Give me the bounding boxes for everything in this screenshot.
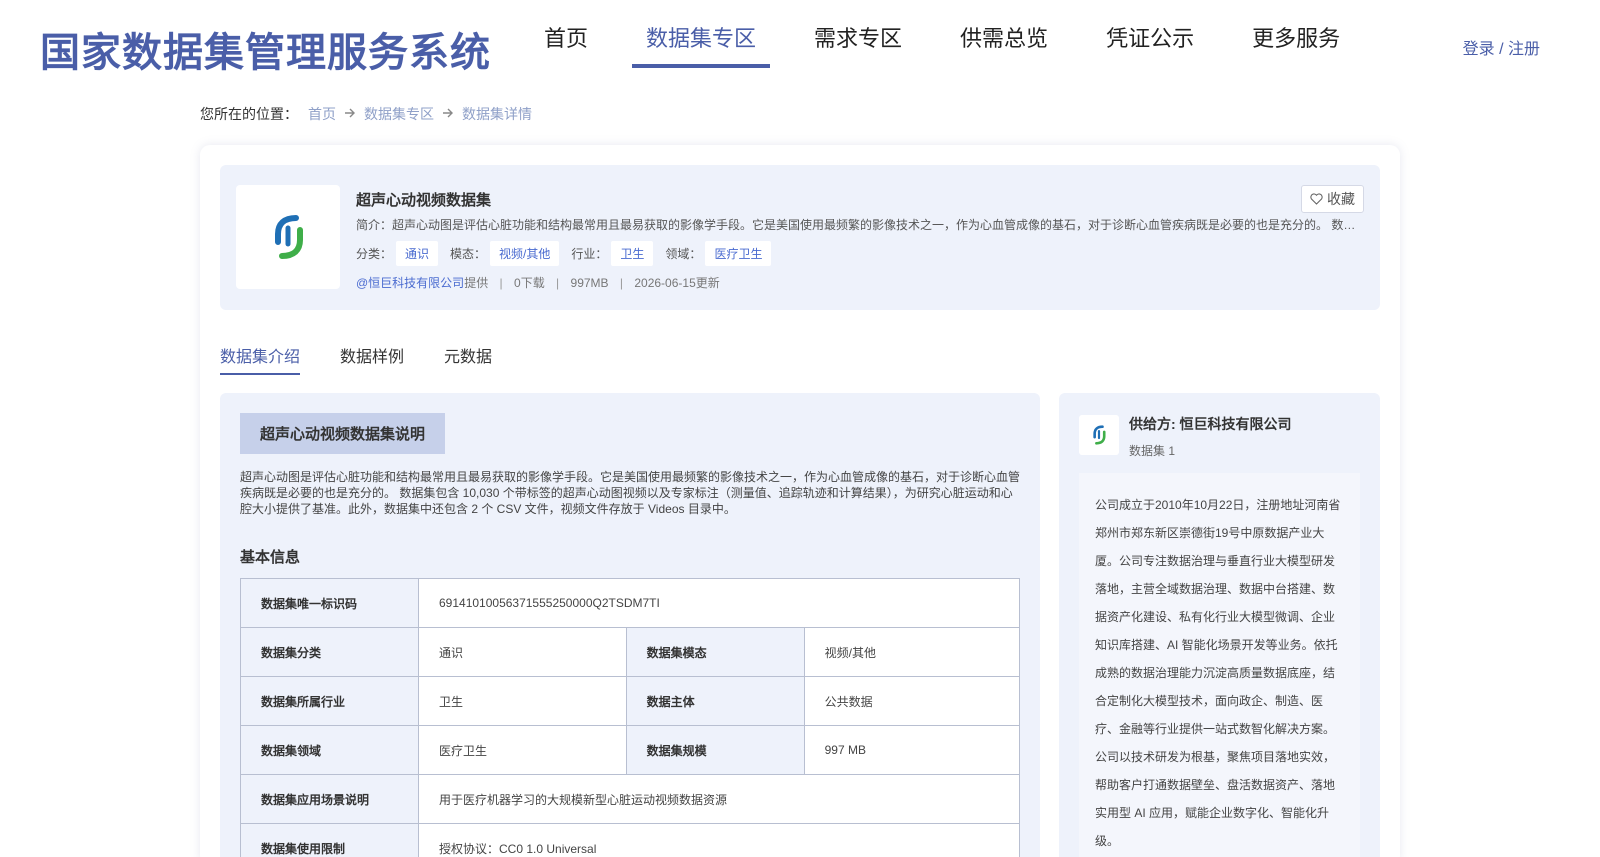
tag-key-domain: 领域：: [665, 247, 702, 261]
dataset-title: 超声心动视频数据集: [356, 192, 492, 209]
site-brand[interactable]: 国家数据集管理服务系统: [40, 20, 491, 78]
info-value: 视频/其他: [803, 627, 1021, 677]
heart-icon: [1310, 193, 1323, 205]
nav-overview[interactable]: 供需总览: [946, 28, 1062, 68]
info-key: 数据集领域: [240, 725, 419, 775]
info-key: 数据集应用场景说明: [240, 774, 419, 824]
dataset-tags: 分类： 通识 模态： 视频/其他 行业： 卫生 领域： 医疗卫生: [356, 241, 783, 266]
breadcrumb: 您所在的位置： 首页 数据集专区 数据集详情: [200, 104, 532, 124]
info-value: 通识: [418, 627, 627, 677]
info-value: 医疗卫生: [418, 725, 627, 775]
info-value: 997 MB: [803, 725, 1021, 775]
tag-key-category: 分类：: [356, 247, 393, 261]
nav-home[interactable]: 首页: [544, 28, 602, 68]
breadcrumb-home[interactable]: 首页: [308, 104, 336, 124]
table-row: 数据集所属行业 卫生 数据主体 公共数据: [240, 676, 1021, 726]
section-title: 超声心动视频数据集说明: [240, 413, 446, 454]
info-key: 数据集规模: [625, 725, 805, 775]
info-key: 数据集分类: [240, 627, 419, 677]
login-register-link[interactable]: 登录 / 注册: [1463, 35, 1540, 59]
info-key: 数据集模态: [625, 627, 805, 677]
info-value: 用于医疗机器学习的大规模新型心脏运动视频数据资源: [418, 774, 1020, 824]
tab-intro[interactable]: 数据集介绍: [220, 343, 301, 375]
tag-modality[interactable]: 视频/其他: [490, 241, 560, 266]
tag-key-industry: 行业：: [571, 247, 608, 261]
info-value: 授权协议：CC0 1.0 Universal: [418, 823, 1020, 857]
arrow-right-icon: [442, 106, 454, 122]
info-key: 数据集所属行业: [240, 676, 419, 726]
info-key: 数据集唯一标识码: [240, 578, 419, 628]
table-row: 数据集唯一标识码 69141010056371555250000Q2TSDM7T…: [240, 578, 1020, 628]
dataset-intro: 简介：超声心动图是评估心脏功能和结构最常用且最易获取的影像学手段。它是美国使用最…: [356, 218, 1356, 232]
main-nav: 首页 数据集专区 需求专区 供需总览 凭证公示 更多服务: [544, 28, 1384, 68]
breadcrumb-current: 数据集详情: [462, 106, 532, 122]
table-row: 数据集分类 通识 数据集模态 视频/其他: [240, 627, 1021, 677]
table-row: 数据集使用限制 授权协议：CC0 1.0 Universal: [240, 823, 1020, 857]
favorite-button[interactable]: 收藏: [1301, 185, 1364, 213]
update-date: 2026-06-15更新: [634, 276, 720, 290]
company-logo-icon: [1093, 425, 1106, 445]
supplier-panel: 供给方: 恒巨科技有限公司 数据集 1 公司成立于2010年10月22日，注册地…: [1059, 393, 1380, 857]
basic-info-table: 数据集唯一标识码 69141010056371555250000Q2TSDM7T…: [240, 578, 1021, 857]
supplier-dataset-count: 数据集 1: [1129, 444, 1176, 458]
table-row: 数据集领域 医疗卫生 数据集规模 997 MB: [240, 725, 1021, 775]
divider: |: [556, 276, 560, 290]
supplier-name[interactable]: 供给方: 恒巨科技有限公司: [1129, 414, 1292, 434]
top-header: 国家数据集管理服务系统 首页 数据集专区 需求专区 供需总览 凭证公示 更多服务…: [0, 0, 1600, 80]
download-count: 0下载: [514, 276, 545, 290]
breadcrumb-dataset-zone[interactable]: 数据集专区: [364, 104, 434, 124]
dataset-detail-card: 超声心动视频数据集 简介：超声心动图是评估心脏功能和结构最常用且最易获取的影像学…: [200, 145, 1400, 857]
tag-category[interactable]: 通识: [396, 241, 439, 266]
info-value: 卫生: [418, 676, 627, 726]
divider: |: [619, 276, 624, 290]
tag-key-modality: 模态：: [450, 247, 487, 261]
tag-industry[interactable]: 卫生: [611, 241, 654, 266]
dataset-size: 997MB: [570, 276, 609, 290]
dataset-meta: @恒巨科技有限公司提供 | 0下载 | 997MB | 2026-06-15更新: [356, 274, 720, 291]
tab-metadata[interactable]: 元数据: [444, 343, 492, 375]
provided-suffix: 提供: [464, 276, 489, 290]
info-key: 数据主体: [625, 676, 805, 726]
nav-voucher[interactable]: 凭证公示: [1092, 28, 1208, 68]
info-value: 69141010056371555250000Q2TSDM7TI: [418, 578, 1020, 628]
company-logo-icon: [275, 215, 303, 259]
provider-link[interactable]: @恒巨科技有限公司: [356, 276, 464, 290]
info-key: 数据集使用限制: [240, 823, 419, 857]
favorite-label: 收藏: [1327, 191, 1355, 207]
nav-more[interactable]: 更多服务: [1238, 28, 1354, 68]
table-row: 数据集应用场景说明 用于医疗机器学习的大规模新型心脏运动视频数据资源: [240, 774, 1020, 824]
supplier-logo[interactable]: [1079, 415, 1119, 455]
supplier-description: 公司成立于2010年10月22日，注册地址河南省郑州市郑东新区崇德街19号中原数…: [1079, 473, 1360, 857]
breadcrumb-label: 您所在的位置：: [200, 106, 298, 122]
basic-info-title: 基本信息: [240, 549, 301, 566]
dataset-description: 超声心动图是评估心脏功能和结构最常用且最易获取的影像学手段。它是美国使用最频繁的…: [240, 470, 1021, 516]
dataset-summary: 超声心动视频数据集 简介：超声心动图是评估心脏功能和结构最常用且最易获取的影像学…: [220, 165, 1380, 310]
arrow-right-icon: [344, 106, 356, 122]
intro-panel: 超声心动视频数据集说明 超声心动图是评估心脏功能和结构最常用且最易获取的影像学手…: [220, 393, 1040, 857]
tag-domain[interactable]: 医疗卫生: [705, 241, 772, 266]
divider: |: [499, 276, 503, 290]
nav-dataset-zone[interactable]: 数据集专区: [632, 28, 771, 68]
nav-demand-zone[interactable]: 需求专区: [800, 28, 916, 68]
tab-samples[interactable]: 数据样例: [340, 343, 404, 375]
info-value: 公共数据: [803, 676, 1021, 726]
detail-tabs: 数据集介绍 数据样例 元数据: [220, 343, 532, 375]
dataset-logo: [236, 185, 340, 289]
